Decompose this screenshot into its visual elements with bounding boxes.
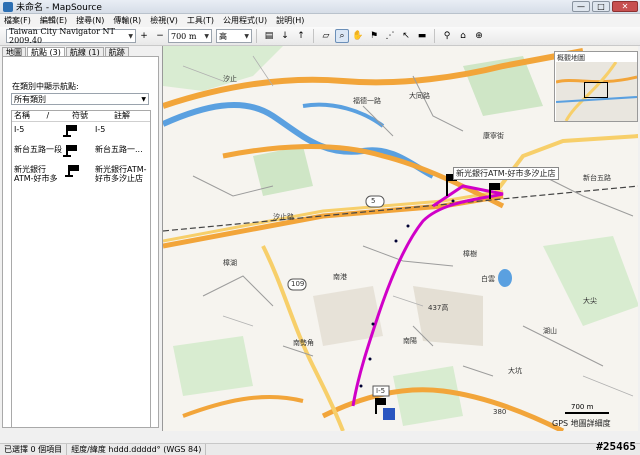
toolbar-separator — [256, 29, 257, 43]
send-icon[interactable]: ↑ — [294, 29, 308, 43]
receive-icon[interactable]: ↓ — [278, 29, 292, 43]
close-button[interactable]: ✕ — [612, 1, 638, 12]
maximize-button[interactable]: □ — [592, 1, 610, 12]
map-label: 樟樹 — [463, 250, 477, 258]
zoom-tool-icon[interactable]: ▱ — [319, 29, 333, 43]
find-places-icon[interactable]: ⚲ — [440, 29, 454, 43]
list-item[interactable]: 新台五路一段... 新台五路一... — [12, 145, 150, 159]
select-tool-icon[interactable]: ↖ — [399, 29, 413, 43]
overview-viewport-box[interactable] — [584, 82, 608, 98]
dropdown-arrow-icon: ▼ — [141, 95, 146, 103]
list-item[interactable]: I-5 I-5 — [12, 125, 150, 139]
title-bar: 未命名 - MapSource — □ ✕ — [0, 0, 640, 14]
dropdown-arrow-icon: ▼ — [204, 32, 209, 40]
toolbar: Taiwan City Navigator NT 2009.40 ▼ + − 70… — [0, 27, 640, 46]
scale-label: 700 m — [571, 403, 594, 411]
detail-level-select[interactable]: 高 ▼ — [216, 29, 252, 43]
waypoint-tool-icon[interactable]: ⚑ — [367, 29, 381, 43]
overview-map-canvas[interactable] — [556, 62, 637, 121]
menu-transfer[interactable]: 傳輸(R) — [113, 15, 141, 26]
scale-bar: 700 m — [565, 403, 609, 414]
column-name[interactable]: 名稱 / — [12, 111, 72, 121]
status-bar: 已選擇 0 個項目 經度/緯度 hddd.ddddd° (WGS 84) — [0, 443, 640, 455]
column-comment[interactable]: 註解 — [114, 111, 150, 121]
menu-find[interactable]: 搜尋(N) — [76, 15, 104, 26]
menu-file[interactable]: 檔案(F) — [4, 15, 31, 26]
waypoint-name: 新光銀行ATM-好市多汐止店 — [14, 165, 58, 183]
dropdown-arrow-icon: ▼ — [128, 32, 133, 40]
app-icon — [3, 1, 13, 12]
map-label: 437高 — [428, 304, 449, 312]
category-filter-label: 在類別中顯示航點: — [12, 82, 79, 91]
waypoint-flag-label[interactable]: 新光銀行ATM-好市多汐止店 — [453, 167, 559, 180]
magnifier-tool-icon[interactable]: ⌕ — [335, 29, 349, 43]
map-product-select[interactable]: Taiwan City Navigator NT 2009.40 ▼ — [6, 27, 136, 45]
menu-view[interactable]: 檢視(V) — [150, 15, 178, 26]
image-watermark: #25465 — [596, 440, 636, 453]
map-label: 湖山 — [543, 327, 557, 335]
flag-icon — [62, 145, 78, 157]
window-title: 未命名 - MapSource — [16, 3, 102, 13]
flag-icon — [64, 165, 80, 177]
status-coord-format: 經度/緯度 hddd.ddddd° (WGS 84) — [67, 444, 207, 455]
map-label: 福德一路 — [353, 97, 381, 105]
status-selected: 已選擇 0 個項目 — [0, 444, 68, 455]
route-tool-icon[interactable]: ⋰ — [383, 29, 397, 43]
menu-edit[interactable]: 編輯(E) — [40, 15, 67, 26]
map-label: 康寧街 — [483, 132, 504, 140]
menu-bar: 檔案(F) 編輯(E) 搜尋(N) 傳輸(R) 檢視(V) 工具(T) 公用程式… — [0, 14, 640, 27]
map-label: 新台五路 — [583, 174, 611, 182]
map-label: 南勢角 — [293, 339, 314, 347]
flag-icon — [62, 125, 78, 137]
map-label: 樟湖 — [223, 259, 237, 267]
column-name-label: 名稱 — [14, 111, 30, 120]
map-label: 南陽 — [403, 337, 417, 345]
menu-help[interactable]: 說明(H) — [276, 15, 304, 26]
road-shield-label: 109 — [291, 280, 305, 288]
menu-utilities[interactable]: 公用程式(U) — [223, 15, 267, 26]
toolbar-separator — [434, 29, 435, 43]
road-shield-label: 5 — [371, 197, 376, 205]
road-shield-label: I-5 — [376, 387, 386, 395]
device-icon[interactable]: ▤ — [262, 29, 276, 43]
window-controls: — □ ✕ — [572, 1, 638, 12]
waypoint-comment: 新光銀行ATM-好市多汐止店 — [95, 165, 147, 183]
waypoint-list: 名稱 / 符號 註解 I-5 I-5 新台五路一段... 新台五路一... 新光… — [11, 110, 151, 428]
detail-level-value: 高 — [219, 31, 227, 41]
sort-indicator: / — [46, 111, 50, 120]
gps-detail-label: GPS 地圖詳細度 — [552, 419, 611, 428]
category-select[interactable]: 所有類別 ▼ — [11, 93, 149, 105]
dropdown-arrow-icon: ▼ — [244, 32, 249, 40]
menu-tools[interactable]: 工具(T) — [187, 15, 214, 26]
hand-tool-icon[interactable]: ✋ — [351, 29, 365, 43]
map-label: 南港 — [333, 273, 347, 281]
zoom-scale-value: 700 m — [171, 31, 197, 41]
waypoint-name: I-5 — [14, 125, 25, 134]
category-value: 所有類別 — [14, 94, 46, 104]
map-label: 白雲 — [481, 275, 495, 283]
zoom-scale-select[interactable]: 700 m ▼ — [168, 29, 212, 43]
map-label: 380 — [493, 408, 507, 416]
waypoint-name: 新台五路一段... — [14, 145, 62, 154]
find-nearest-icon[interactable]: ⊕ — [472, 29, 486, 43]
toolbar-separator — [313, 29, 314, 43]
map-label: 大同路 — [409, 92, 430, 100]
list-header: 名稱 / 符號 註解 — [12, 111, 150, 122]
map-label: 汐止 — [223, 75, 237, 83]
zoom-in-icon[interactable]: + — [137, 29, 151, 43]
map-label: 大尖 — [583, 297, 597, 305]
waypoint-comment: 新台五路一... — [95, 145, 143, 154]
scale-bar-line — [565, 412, 609, 414]
find-address-icon[interactable]: ⌂ — [456, 29, 470, 43]
waypoint-comment: I-5 — [95, 125, 106, 134]
minimize-button[interactable]: — — [572, 1, 590, 12]
measure-tool-icon[interactable]: ▬ — [415, 29, 429, 43]
map-label: 汐止路 — [273, 213, 294, 221]
list-item[interactable]: 新光銀行ATM-好市多汐止店 新光銀行ATM-好市多汐止店 — [12, 165, 150, 183]
overview-map[interactable]: 概觀地圖 — [554, 51, 638, 122]
zoom-out-icon[interactable]: − — [153, 29, 167, 43]
map-product-value: Taiwan City Navigator NT 2009.40 — [9, 27, 115, 45]
map-label: 大坑 — [508, 367, 522, 375]
column-symbol[interactable]: 符號 — [72, 111, 114, 121]
